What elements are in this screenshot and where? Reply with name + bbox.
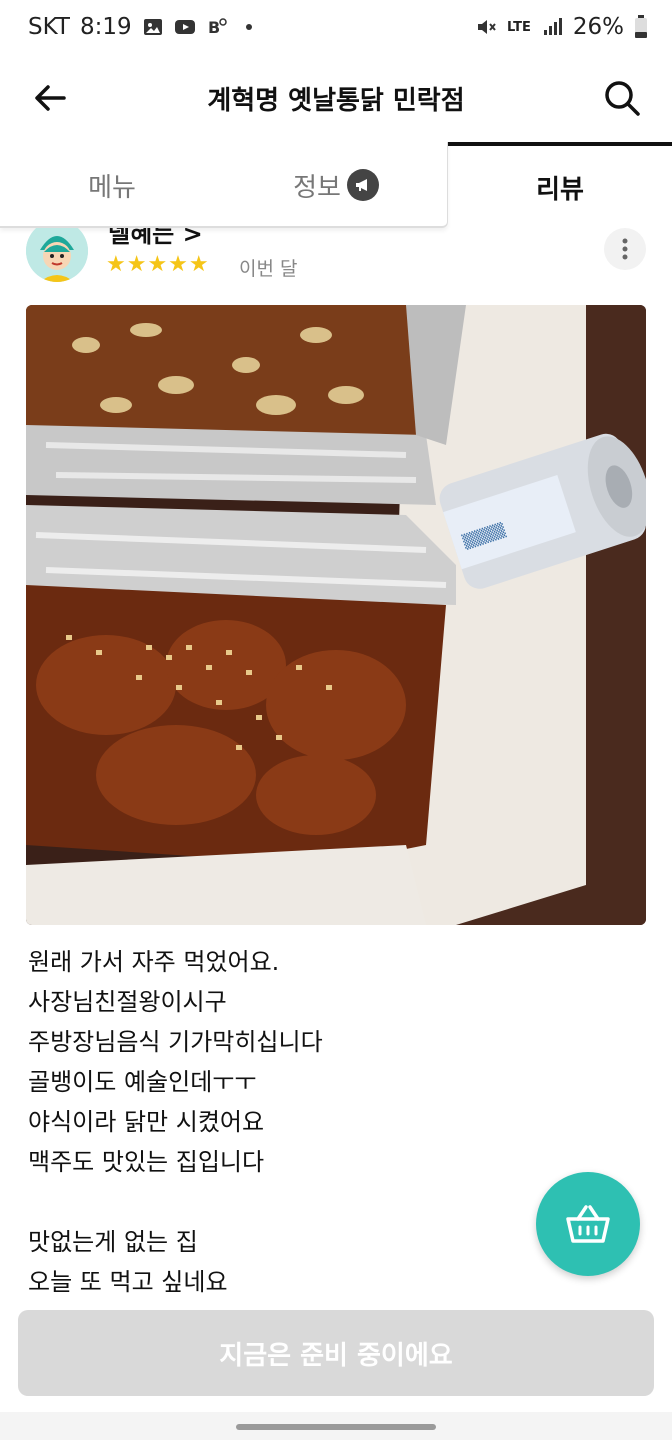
tab-info-label: 정보: [293, 172, 341, 203]
carrier-label: SKT: [28, 14, 70, 40]
app-bar: 계혁명 옛날통닭 민락점: [0, 58, 672, 142]
network-label: LTE: [506, 19, 531, 35]
review-line: 오늘 또 먹고 싶네요: [28, 1268, 228, 1296]
reviewer-name[interactable]: 델혜는 >: [108, 228, 203, 249]
tab-info[interactable]: 정보: [224, 142, 448, 228]
svg-text:B: B: [208, 18, 220, 37]
search-icon[interactable]: [600, 76, 644, 120]
tab-menu[interactable]: 메뉴: [0, 142, 224, 228]
order-button-label: 지금은 준비 중이에요: [219, 1340, 453, 1371]
review-line: 맥주도 맛있는 집입니다: [28, 1148, 265, 1176]
order-button[interactable]: 지금은 준비 중이에요: [18, 1310, 654, 1396]
clock: 8:19: [79, 14, 132, 40]
review-body: 원래 가서 자주 먹었어요. 사장님친절왕이시구 주방장님음식 기가막히십니다 …: [28, 942, 588, 1302]
status-left: SKT 8:19 B: [28, 14, 260, 40]
battery-label: 26%: [572, 14, 624, 40]
basket-icon: [566, 1205, 610, 1243]
review-line: 골뱅이도 예술인데ㅜㅜ: [28, 1068, 257, 1096]
battery-icon: [635, 15, 647, 38]
tab-menu-label: 메뉴: [88, 172, 136, 203]
review-line: 맛없는게 없는 집: [28, 1228, 198, 1256]
review-line: 원래 가서 자주 먹었어요.: [28, 948, 280, 976]
review-photo[interactable]: ▒▒▒▒: [26, 305, 646, 925]
app-badge-icon: B: [208, 18, 227, 37]
status-right: LTE 26%: [475, 14, 648, 40]
gallery-icon: [143, 19, 162, 35]
reviewer-header: 델혜는 > ★★★★★ 이번 달: [0, 228, 672, 292]
page-title: 계혁명 옛날통닭 민락점: [207, 86, 465, 116]
system-nav-bar: [0, 1412, 672, 1440]
review-date: 이번 달: [239, 258, 298, 280]
notification-dot-icon: [245, 24, 252, 30]
mute-icon: [477, 20, 496, 34]
more-options-icon[interactable]: [604, 228, 646, 270]
review-line: 사장님친절왕이시구: [28, 988, 227, 1016]
tab-review-label: 리뷰: [536, 174, 584, 205]
review-line: 야식이라 닭만 시켰어요: [28, 1108, 265, 1136]
youtube-icon: [174, 20, 195, 34]
rating-stars: ★★★★★: [106, 252, 210, 277]
review-line: 주방장님음식 기가막히십니다: [28, 1028, 323, 1056]
avatar[interactable]: [26, 228, 88, 282]
megaphone-icon: [346, 169, 379, 201]
cart-button[interactable]: [536, 1172, 640, 1276]
review-line: [28, 1182, 588, 1222]
signal-icon: [543, 18, 562, 35]
tab-bar: 메뉴 정보 리뷰: [0, 142, 672, 228]
status-bar: SKT 8:19 B LTE 26%: [0, 0, 672, 58]
home-handle[interactable]: [236, 1424, 436, 1430]
tab-review[interactable]: 리뷰: [448, 142, 672, 228]
